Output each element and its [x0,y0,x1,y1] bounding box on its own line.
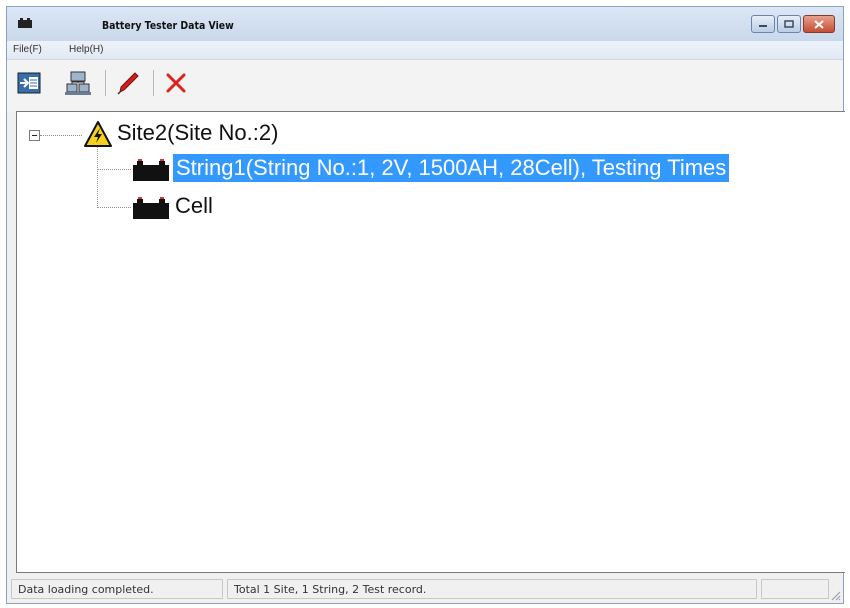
tree-connector [40,135,82,136]
toolbar-separator [105,70,106,96]
toolbar [7,60,843,112]
status-middle: Total 1 Site, 1 String, 2 Test record. [227,579,757,599]
status-bar: Data loading completed. Total 1 Site, 1 … [7,577,843,603]
network-icon [65,71,91,95]
minimize-icon [759,25,767,27]
delete-icon [166,73,186,93]
delete-button[interactable] [161,68,191,98]
window-controls [751,15,835,33]
resize-grip-icon[interactable] [829,589,841,601]
import-button[interactable] [15,68,45,98]
tree-node-string[interactable]: String1(String No.:1, 2V, 1500AH, 28Cell… [173,154,730,182]
edit-pen-icon [117,72,139,95]
battery-icon [18,18,32,28]
warning-icon [84,121,112,147]
network-button[interactable] [63,68,93,98]
import-icon [17,72,41,94]
window-title: Battery Tester Data View [102,19,234,32]
close-icon [814,19,824,29]
maximize-button[interactable] [777,15,801,33]
tree-connector [97,207,131,208]
menu-bar: File(F) Help(H) [7,41,843,60]
toolbar-separator [153,70,154,96]
edit-button[interactable] [113,68,143,98]
status-left: Data loading completed. [11,579,223,599]
title-bar[interactable]: Battery Tester Data View [7,7,843,41]
close-button[interactable] [803,15,835,33]
menu-help[interactable]: Help(H) [69,44,103,55]
tree-view[interactable]: Site2(Site No.:2) String1(String No.:1, … [16,111,845,573]
tree-connector [97,146,98,208]
menu-file[interactable]: File(F) [13,44,42,55]
app-window: Battery Tester Data View File(F) Help(H) [6,6,845,604]
tree-node-cell[interactable]: Cell [175,192,213,220]
minimize-button[interactable] [751,15,775,33]
collapse-toggle[interactable] [29,130,40,141]
tree-node-site[interactable]: Site2(Site No.:2) [117,119,278,147]
battery-icon [133,159,169,181]
maximize-icon [784,20,794,28]
status-right [761,579,829,599]
tree-connector [97,169,131,170]
battery-icon [133,197,169,219]
